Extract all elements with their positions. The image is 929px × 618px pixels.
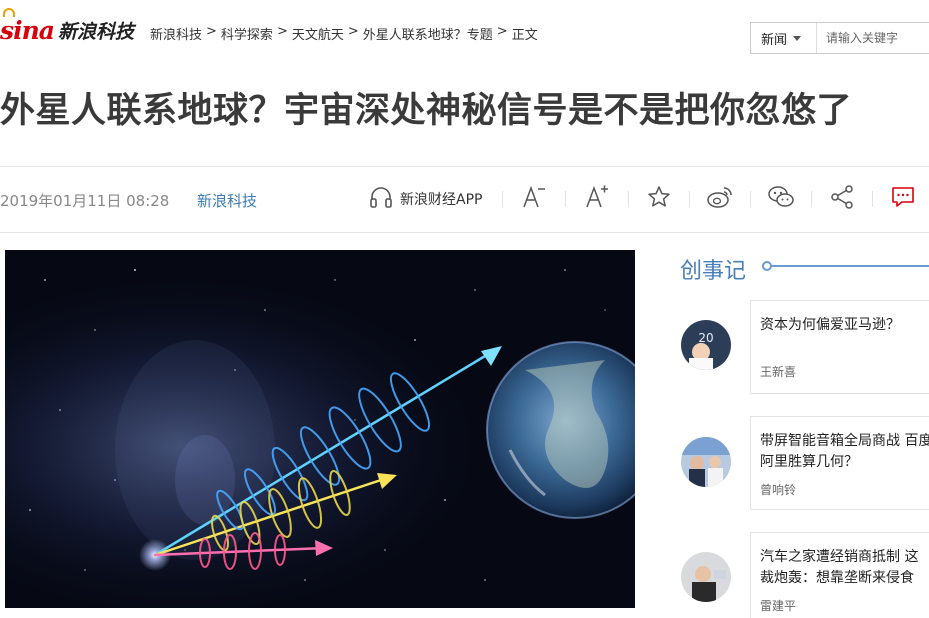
chevron-down-icon (793, 35, 802, 41)
breadcrumb-separator: > (347, 24, 359, 39)
sidebar-article-card[interactable]: 汽车之家遭经销商抵制 这 裁炮轰：想靠垄断来侵食 雷建平 (750, 532, 929, 618)
share-wechat-button[interactable] (751, 182, 811, 216)
font-decrease-icon (520, 183, 548, 215)
wechat-icon (767, 184, 795, 214)
top-bar: sina 新浪科技 新浪科技 > 科学探索 > 天文航天 > 外星人联系地球？专… (0, 0, 929, 68)
article-title: 外星人联系地球？宇宙深处神秘信号是不是把你忽悠了 (0, 91, 853, 131)
logo-brand: sina (0, 7, 55, 45)
search-category-value: 新闻 (761, 32, 788, 48)
sidebar-article-title[interactable]: 资本为何偏爱亚马逊？ (760, 315, 929, 336)
breadcrumb-separator: > (496, 24, 508, 39)
search-box: 新闻 (750, 22, 929, 54)
logo-channel-text: 新浪科技 (57, 20, 134, 43)
sidebar-article-title[interactable]: 汽车之家遭经销商抵制 这 裁炮轰：想靠垄断来侵食 (760, 547, 929, 589)
comment-icon (890, 184, 916, 214)
sidebar-title-line (768, 265, 929, 267)
avatar[interactable]: 20 (681, 320, 731, 370)
avatar[interactable] (681, 552, 731, 602)
sidebar-article-card[interactable]: 带屏智能音箱全局商战 百度 阿里胜算几何？ 曾响铃 (750, 416, 929, 510)
share-weibo-button[interactable] (690, 182, 750, 216)
article-source-link[interactable]: 新浪科技 (197, 190, 257, 211)
avatar[interactable] (681, 437, 731, 487)
breadcrumb-item-current: 正文 (511, 28, 538, 43)
sidebar-article-card[interactable]: 资本为何偏爱亚马逊？ 王新喜 (750, 300, 929, 394)
article-date: 2019年01月11日 08:28 (0, 192, 170, 210)
article-illustration (5, 250, 635, 608)
app-download-label: 新浪财经APP (400, 192, 483, 208)
app-download-button[interactable]: 新浪财经APP (368, 182, 502, 216)
weibo-icon (706, 184, 734, 214)
share-icon (829, 184, 855, 214)
sina-logo[interactable]: sina 新浪科技 (0, 7, 134, 46)
search-input[interactable] (817, 23, 929, 53)
font-increase-button[interactable] (566, 182, 628, 216)
space-signal-image (5, 250, 635, 608)
breadcrumb-separator: > (276, 24, 288, 39)
sidebar-article-title[interactable]: 带屏智能音箱全局商战 百度 阿里胜算几何？ (760, 431, 929, 473)
divider (0, 166, 929, 167)
divider (0, 232, 929, 233)
sidebar-article-author: 雷建平 (760, 599, 797, 613)
sidebar-title[interactable]: 创事记 (680, 253, 746, 285)
svg-text:20: 20 (698, 331, 713, 345)
breadcrumb-item-astronomy[interactable]: 天文航天 (292, 24, 344, 43)
breadcrumb-item-science[interactable]: 科学探索 (221, 24, 273, 43)
sidebar-title-dot (762, 261, 772, 271)
headphones-icon (368, 184, 394, 214)
share-button[interactable] (812, 182, 872, 216)
article-toolbar: 新浪财经APP (368, 182, 929, 216)
breadcrumb-separator: > (206, 24, 217, 39)
breadcrumb-item-tech[interactable]: 新浪科技 (150, 24, 202, 43)
comment-button[interactable] (873, 182, 929, 216)
search-category-select[interactable]: 新闻 (751, 23, 817, 53)
sidebar-article-author: 王新喜 (760, 365, 797, 379)
breadcrumb-item-topic[interactable]: 外星人联系地球？专题 (363, 24, 493, 43)
star-icon (646, 184, 672, 214)
breadcrumb: 新浪科技 > 科学探索 > 天文航天 > 外星人联系地球？专题 > 正文 (150, 24, 538, 43)
favorite-button[interactable] (629, 182, 689, 216)
font-decrease-button[interactable] (503, 182, 565, 216)
sidebar-article-author: 曾响铃 (760, 483, 797, 497)
font-increase-icon (583, 183, 611, 215)
